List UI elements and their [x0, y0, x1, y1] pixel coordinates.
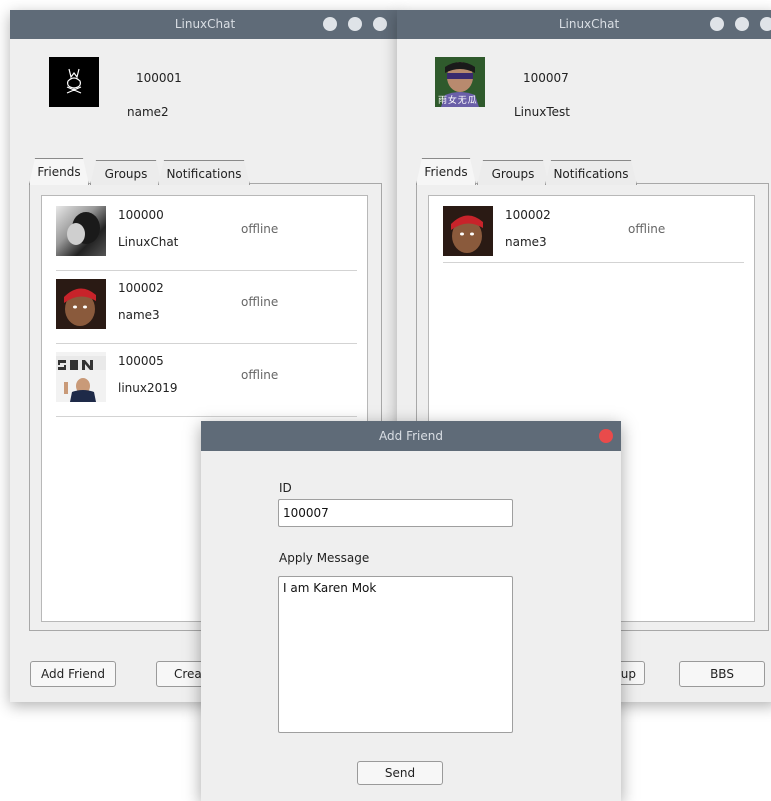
user-name: LinuxTest	[514, 105, 570, 119]
friend-avatar	[443, 206, 493, 256]
window-title: LinuxChat	[558, 17, 620, 31]
friend-avatar	[56, 352, 106, 402]
send-button[interactable]: Send	[357, 761, 443, 785]
user-name: name2	[127, 105, 169, 119]
add-friend-dialog: Add Friend ID Apply Message I am Karen M…	[201, 421, 621, 801]
friend-status: offline	[241, 295, 279, 309]
tab-friends[interactable]: Friends	[416, 158, 476, 185]
minimize-button[interactable]	[323, 17, 337, 31]
friend-name: name3	[505, 235, 547, 249]
tab-groups[interactable]: Groups	[90, 160, 162, 185]
friend-name: name3	[118, 308, 160, 322]
titlebar-left[interactable]: LinuxChat	[10, 10, 400, 39]
tab-friends[interactable]: Friends	[29, 158, 89, 185]
close-button[interactable]	[760, 17, 771, 31]
apply-message-input[interactable]: I am Karen Mok	[278, 576, 513, 733]
user-avatar[interactable]: 雨 女 无 瓜	[435, 57, 485, 107]
friend-row[interactable]: 100005 linux2019 offline	[56, 344, 357, 417]
id-label: ID	[279, 481, 292, 495]
friend-id: 100000	[118, 208, 164, 222]
friend-avatar	[56, 206, 106, 256]
maximize-button[interactable]	[348, 17, 362, 31]
window-title: LinuxChat	[174, 17, 236, 31]
titlebar-right[interactable]: LinuxChat	[397, 10, 771, 39]
user-id: 100007	[523, 71, 569, 85]
minimize-button[interactable]	[710, 17, 724, 31]
friend-name: linux2019	[118, 381, 178, 395]
cat-logo-icon	[66, 68, 82, 94]
close-icon[interactable]	[599, 429, 613, 443]
dialog-title: Add Friend	[379, 429, 443, 443]
friend-status: offline	[241, 368, 279, 382]
id-input[interactable]	[278, 499, 513, 527]
bbs-button[interactable]: BBS	[679, 661, 765, 687]
friend-status: offline	[628, 222, 666, 236]
maximize-button[interactable]	[735, 17, 749, 31]
tab-notifications[interactable]: Notifications	[545, 160, 637, 185]
friend-row[interactable]: 100002 name3 offline	[56, 271, 357, 344]
tab-notifications[interactable]: Notifications	[158, 160, 250, 185]
apply-message-label: Apply Message	[279, 551, 370, 565]
friend-row[interactable]: 100002 name3 offline	[443, 198, 744, 263]
user-avatar[interactable]	[49, 57, 99, 107]
friend-id: 100002	[505, 208, 551, 222]
friend-id: 100002	[118, 281, 164, 295]
add-friend-button[interactable]: Add Friend	[30, 661, 116, 687]
dialog-titlebar[interactable]: Add Friend	[201, 421, 621, 451]
friend-row[interactable]: 100000 LinuxChat offline	[56, 198, 357, 271]
friend-avatar	[56, 279, 106, 329]
friend-name: LinuxChat	[118, 235, 179, 249]
tab-groups[interactable]: Groups	[477, 160, 549, 185]
user-id: 100001	[136, 71, 182, 85]
friend-status: offline	[241, 222, 279, 236]
avatar-caption: 雨 女 无 瓜	[438, 96, 477, 106]
friend-id: 100005	[118, 354, 164, 368]
close-button[interactable]	[373, 17, 387, 31]
